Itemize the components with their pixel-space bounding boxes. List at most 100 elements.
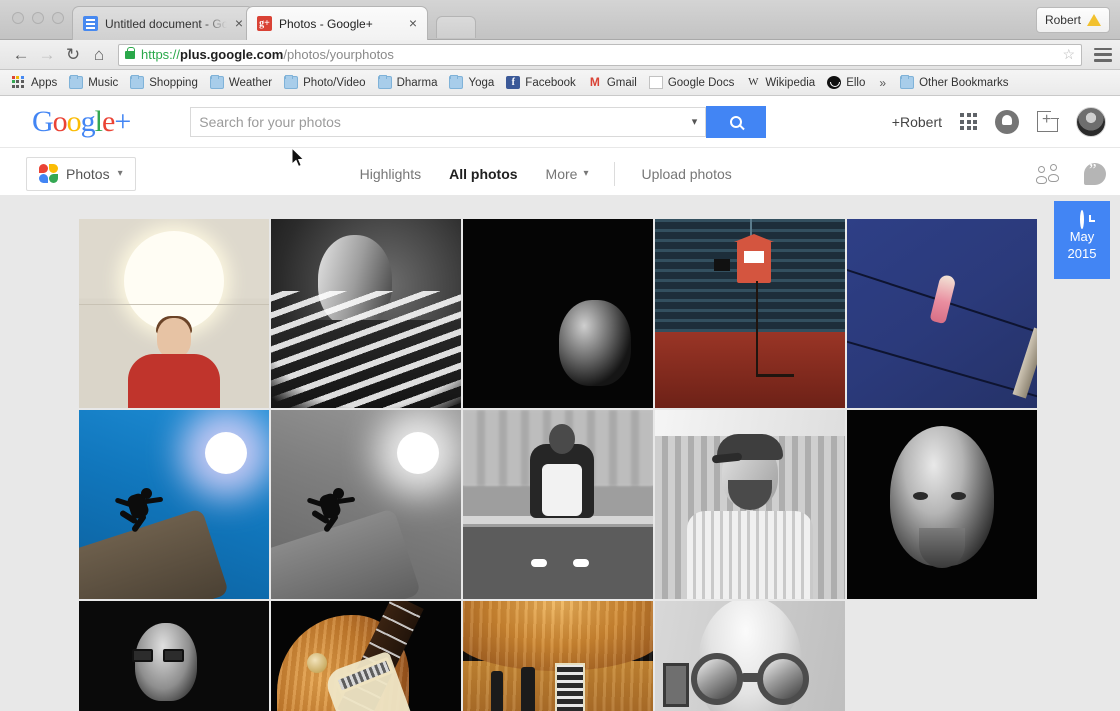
browser-tab-strip: Untitled document - Goog × g+ Photos - G… <box>0 0 1120 40</box>
bookmark-other-bookmarks[interactable]: Other Bookmarks <box>894 74 1014 91</box>
url-scheme: https:// <box>141 47 180 62</box>
chevron-down-icon: ▾ <box>118 168 123 179</box>
header-account-area: +Robert <box>892 107 1106 137</box>
bookmark-gmail[interactable]: M Gmail <box>582 74 643 91</box>
photo-guitar-closeup <box>463 601 653 711</box>
search-button[interactable] <box>706 106 766 138</box>
search-input[interactable]: Search for your photos ▾ <box>190 107 706 137</box>
bell-icon[interactable] <box>995 110 1019 134</box>
photos-nav-bar: Photos ▾ Highlights All photos More ▾ Up… <box>0 148 1120 200</box>
photo-tile[interactable] <box>79 601 269 711</box>
photo-tile[interactable] <box>79 219 269 408</box>
feedback-bubble-icon[interactable] <box>1084 163 1106 185</box>
bookmark-yoga[interactable]: Yoga <box>443 74 500 91</box>
nav-divider <box>614 162 615 186</box>
folder-icon <box>378 76 392 89</box>
chevron-down-icon[interactable]: ▾ <box>692 115 698 128</box>
secure-lock-icon <box>125 51 135 59</box>
account-name[interactable]: +Robert <box>892 114 942 130</box>
browser-tab-photos[interactable]: g+ Photos - Google+ × <box>246 6 428 40</box>
chevron-down-icon: ▾ <box>583 168 588 179</box>
document-icon <box>649 76 663 89</box>
photo-man-with-glasses <box>79 601 269 711</box>
share-box-icon[interactable] <box>1037 111 1058 132</box>
warning-triangle-icon <box>1087 14 1101 26</box>
facebook-icon: f <box>506 76 520 89</box>
avatar[interactable] <box>1076 107 1106 137</box>
url-path: /photos/yourphotos <box>283 47 394 62</box>
browser-tab-docs[interactable]: Untitled document - Goog × <box>72 6 254 40</box>
reload-button[interactable]: ↻ <box>60 42 86 68</box>
photo-tile[interactable] <box>271 601 461 711</box>
photos-dropdown-label: Photos <box>66 166 110 182</box>
photo-tile[interactable] <box>271 219 461 408</box>
photo-tile[interactable] <box>655 219 845 408</box>
bookmark-ello[interactable]: Ello <box>821 74 871 91</box>
date-badge[interactable]: May 2015 <box>1054 201 1110 279</box>
window-zoom-button[interactable] <box>52 12 64 24</box>
bookmark-music[interactable]: Music <box>63 74 124 91</box>
photo-tile[interactable] <box>655 601 845 711</box>
bookmark-google-docs[interactable]: Google Docs <box>643 74 740 91</box>
people-circles-icon[interactable] <box>1034 164 1060 184</box>
bookmark-apps[interactable]: Apps <box>6 74 63 91</box>
bookmark-label: Other Bookmarks <box>919 77 1008 89</box>
photo-tile[interactable] <box>463 601 653 711</box>
photo-grid <box>79 219 1037 711</box>
photo-tile[interactable] <box>847 219 1037 408</box>
google-plus-logo[interactable]: Google+ <box>32 105 130 139</box>
tab-more[interactable]: More ▾ <box>532 148 603 199</box>
wikipedia-icon: W <box>746 76 760 89</box>
bookmark-dharma[interactable]: Dharma <box>372 74 444 91</box>
window-traffic-lights <box>12 12 64 24</box>
clock-icon <box>1080 210 1084 229</box>
logo-letter: G <box>32 105 53 138</box>
google-plus-header: Google+ Search for your photos ▾ +Robert <box>0 96 1120 148</box>
bookmark-label: Facebook <box>525 77 576 89</box>
photo-bearded-man-in-cap <box>655 410 845 599</box>
google-docs-favicon <box>83 16 98 31</box>
photos-content-area: May 2015 <box>0 195 1120 711</box>
close-icon[interactable]: × <box>405 16 421 32</box>
apps-grid-icon <box>12 76 26 89</box>
url-host: plus.google.com <box>180 47 283 62</box>
folder-icon <box>284 76 298 89</box>
bookmark-weather[interactable]: Weather <box>204 74 278 91</box>
apps-grid-icon[interactable] <box>960 113 977 130</box>
photo-tile[interactable] <box>655 410 845 599</box>
photo-fire-alarm-box <box>655 219 845 408</box>
tab-highlights[interactable]: Highlights <box>346 148 435 199</box>
bookmark-star-icon[interactable]: ☆ <box>1062 46 1075 63</box>
photo-tile[interactable] <box>847 410 1037 599</box>
back-button[interactable]: ← <box>8 42 34 68</box>
bookmarks-overflow-icon[interactable]: » <box>871 76 894 90</box>
tab-all-photos[interactable]: All photos <box>435 148 531 199</box>
photo-tile[interactable] <box>271 410 461 599</box>
tab-label: More <box>546 166 578 182</box>
folder-icon <box>900 76 914 89</box>
close-icon[interactable]: × <box>231 16 247 32</box>
upload-photos-button[interactable]: Upload photos <box>627 148 745 199</box>
date-badge-month: May <box>1054 228 1110 245</box>
tab-title: Untitled document - Goog <box>105 17 227 31</box>
photos-dropdown-button[interactable]: Photos ▾ <box>26 157 136 191</box>
browser-menu-icon[interactable] <box>1094 48 1112 62</box>
bookmark-facebook[interactable]: f Facebook <box>500 74 582 91</box>
bookmark-wikipedia[interactable]: W Wikipedia <box>740 74 821 91</box>
date-badge-year: 2015 <box>1054 245 1110 262</box>
address-bar[interactable]: https:// plus.google.com /photos/yourpho… <box>118 44 1082 66</box>
forward-button[interactable]: → <box>34 42 60 68</box>
photo-tile[interactable] <box>463 410 653 599</box>
window-minimize-button[interactable] <box>32 12 44 24</box>
bookmark-photo-video[interactable]: Photo/Video <box>278 74 371 91</box>
browser-profile-chip[interactable]: Robert <box>1036 7 1110 33</box>
photo-tile[interactable] <box>79 410 269 599</box>
home-button[interactable]: ⌂ <box>86 42 112 68</box>
bookmark-shopping[interactable]: Shopping <box>124 74 204 91</box>
photo-barbed-wire-blue-sky <box>847 219 1037 408</box>
gmail-icon: M <box>588 76 602 89</box>
logo-letter: o <box>53 105 67 138</box>
photo-tile[interactable] <box>463 219 653 408</box>
new-tab-button[interactable] <box>436 16 476 38</box>
window-close-button[interactable] <box>12 12 24 24</box>
